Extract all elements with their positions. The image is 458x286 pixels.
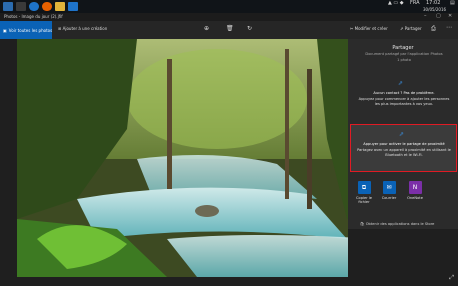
- photos-icon[interactable]: [68, 2, 78, 11]
- photos-icon: ▣: [3, 27, 7, 33]
- proximity-share-button[interactable]: ⇗ Appuyer pour activer le partage de pro…: [350, 124, 457, 172]
- clock-time[interactable]: 17:02: [426, 1, 440, 6]
- store-icon: 🛍: [360, 222, 365, 226]
- mail-app[interactable]: ✉ Courrier: [375, 181, 403, 200]
- all-photos-button[interactable]: ▣ Voir toutes les photos: [0, 21, 52, 39]
- mail-icon: ✉: [382, 181, 396, 194]
- taskview-icon[interactable]: [16, 2, 26, 11]
- onenote-label: OneNote: [407, 196, 423, 200]
- add-creation-button[interactable]: ⊞ Ajouter à une création: [58, 26, 107, 31]
- copy-file-app[interactable]: ⧉ Copier le fichier: [350, 181, 378, 205]
- no-contact-text[interactable]: Appuyez pour commencer à ajouter les per…: [356, 97, 452, 106]
- maximize-icon[interactable]: ▢: [436, 13, 441, 19]
- edit-create-label: Modifier et créer: [354, 26, 388, 31]
- edit-create-button[interactable]: ✂ Modifier et créer: [350, 26, 388, 31]
- proximity-text: Partagez avec un appareil à proximité en…: [357, 148, 451, 157]
- edit-icon: ✂: [350, 26, 354, 31]
- all-photos-label: Voir toutes les photos: [8, 27, 53, 33]
- proximity-title: Appuyer pour activer le partage de proxi…: [363, 142, 445, 146]
- copy-file-label: Copier le fichier: [355, 196, 373, 205]
- clock-date: 30/05/2016: [423, 7, 447, 12]
- add-creation-label: Ajouter à une création: [62, 26, 108, 31]
- bottom-area: ⤢: [348, 229, 458, 286]
- edge-icon[interactable]: [29, 2, 39, 11]
- delete-icon[interactable]: 🗑: [226, 25, 234, 32]
- title-bar: Photos - Image du jour (2).jfif – ▢ ✕: [0, 13, 458, 21]
- add-creation-icon: ⊞: [58, 26, 62, 31]
- toolbar: ▣ Voir toutes les photos ⊞ Ajouter à une…: [0, 21, 458, 39]
- onenote-icon: N: [408, 181, 422, 194]
- share-panel-title: Partager: [392, 45, 414, 51]
- more-options-icon[interactable]: ⋯: [446, 24, 452, 31]
- proximity-share-icon: ⇗: [399, 131, 405, 138]
- people-share-icon: ⇗: [398, 80, 404, 87]
- share-panel-subtitle: Document partagé par l'application Photo…: [365, 52, 443, 56]
- share-label: Partager: [404, 26, 422, 31]
- copy-file-icon: ⧉: [357, 181, 371, 194]
- expand-icon[interactable]: ⤢: [449, 274, 454, 282]
- rotate-icon[interactable]: ↻: [247, 25, 252, 32]
- zoom-icon[interactable]: ⊕: [204, 25, 209, 32]
- share-photo-count: 1 photo: [397, 58, 411, 62]
- window-title: Photos - Image du jour (2).jfif: [4, 14, 63, 19]
- store-link-label: Obtenir des applications dans le Store: [365, 222, 435, 226]
- notification-icon[interactable]: ▤: [450, 1, 455, 6]
- store-link[interactable]: 🛍 Obtenir des applications dans le Store: [360, 222, 434, 226]
- start-icon[interactable]: [3, 2, 13, 11]
- no-contact-title[interactable]: Aucun contact ? Pas de problème.: [356, 91, 452, 96]
- print-icon[interactable]: ⎙: [431, 25, 436, 33]
- onenote-app[interactable]: N OneNote: [401, 181, 429, 200]
- taskbar: ▲ ▭ ◆ FRA 17:02 30/05/2016 ▤: [0, 0, 458, 13]
- share-icon: ⇗: [400, 26, 404, 31]
- share-button[interactable]: ⇗ Partager: [400, 26, 422, 31]
- firefox-icon[interactable]: [42, 2, 52, 11]
- close-icon[interactable]: ✕: [448, 13, 452, 19]
- system-tray-icons[interactable]: ▲ ▭ ◆: [388, 1, 404, 6]
- mail-label: Courrier: [381, 196, 397, 200]
- file-explorer-icon[interactable]: [55, 2, 65, 11]
- minimize-icon[interactable]: –: [424, 13, 427, 19]
- language-indicator[interactable]: FRA: [410, 1, 420, 6]
